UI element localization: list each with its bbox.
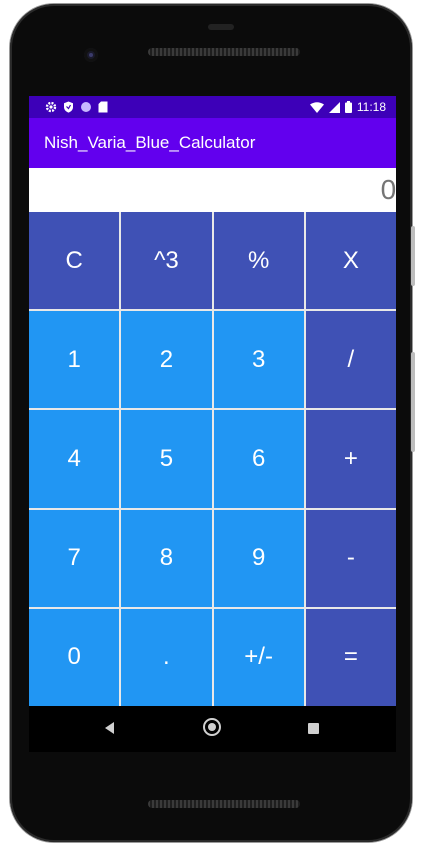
- circle-icon: [81, 102, 91, 112]
- key-equals[interactable]: =: [305, 608, 396, 706]
- key-8[interactable]: 8: [121, 509, 212, 607]
- recents-icon[interactable]: [308, 723, 319, 734]
- key-percent[interactable]: %: [213, 212, 304, 310]
- key-add[interactable]: +: [305, 410, 396, 508]
- key-negate[interactable]: +/-: [213, 608, 304, 706]
- bottom-speaker-grille: [148, 800, 300, 808]
- key-4[interactable]: 4: [29, 410, 120, 508]
- navigation-bar: [29, 706, 396, 752]
- calculator-display: 0.: [29, 168, 396, 212]
- key-3[interactable]: 3: [213, 311, 304, 409]
- status-bar: 11:18: [29, 96, 396, 118]
- top-speaker-grille: [148, 48, 300, 56]
- key-clear[interactable]: C: [29, 212, 120, 310]
- home-icon[interactable]: [203, 718, 221, 736]
- status-time: 11:18: [356, 100, 386, 114]
- key-subtract[interactable]: -: [305, 509, 396, 607]
- volume-button: [411, 352, 415, 452]
- key-decimal[interactable]: .: [121, 608, 212, 706]
- keypad: C ^3 % X 1 2 3 / 4 5 6 + 7 8 9 - 0 . +/-…: [29, 212, 396, 706]
- key-9[interactable]: 9: [213, 509, 304, 607]
- wifi-icon: [309, 101, 324, 113]
- app-title: Nish_Varia_Blue_Calculator: [44, 133, 256, 152]
- front-camera: [84, 48, 98, 62]
- power-button: [411, 226, 415, 286]
- key-cube[interactable]: ^3: [121, 212, 212, 310]
- key-6[interactable]: 6: [213, 410, 304, 508]
- key-2[interactable]: 2: [121, 311, 212, 409]
- gear-icon: [45, 101, 57, 113]
- key-5[interactable]: 5: [121, 410, 212, 508]
- key-1[interactable]: 1: [29, 311, 120, 409]
- earpiece: [208, 24, 234, 30]
- status-icons-left: [29, 101, 108, 113]
- key-multiply[interactable]: X: [305, 212, 396, 310]
- shield-icon: [64, 101, 73, 113]
- key-7[interactable]: 7: [29, 509, 120, 607]
- app-bar: Nish_Varia_Blue_Calculator: [29, 118, 396, 168]
- back-icon[interactable]: [105, 722, 114, 734]
- signal-icon: [328, 101, 340, 113]
- key-divide[interactable]: /: [305, 311, 396, 409]
- sd-card-icon: [98, 101, 108, 113]
- key-0[interactable]: 0: [29, 608, 120, 706]
- display-value: 0.: [380, 174, 396, 205]
- screen: 11:18 Nish_Varia_Blue_Calculator 0. C ^3…: [29, 96, 396, 752]
- battery-icon: [344, 101, 352, 113]
- status-icons-right: 11:18: [309, 100, 396, 114]
